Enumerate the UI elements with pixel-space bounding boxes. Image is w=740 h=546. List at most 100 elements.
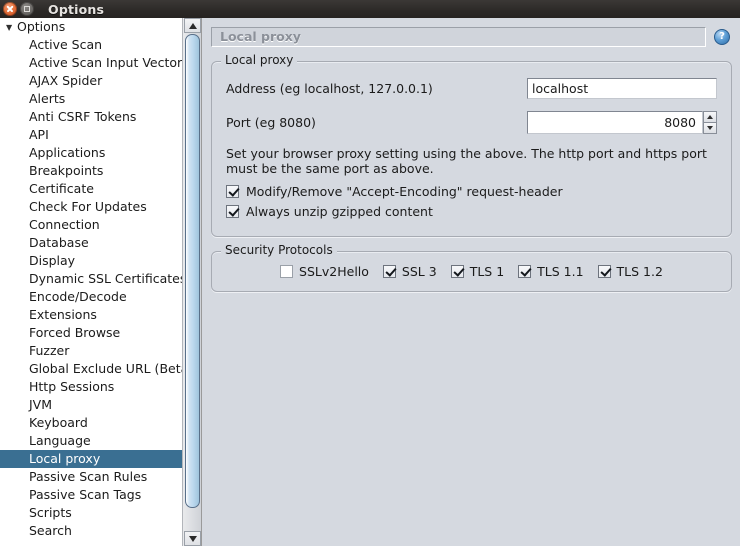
sidebar-item-check-for-updates[interactable]: Check For Updates: [0, 198, 182, 216]
checkbox-checked-icon[interactable]: [226, 185, 239, 198]
proxy-checkbox-row[interactable]: Modify/Remove "Accept-Encoding" request-…: [226, 184, 717, 199]
sidebar-item-dynamic-ssl-certificates[interactable]: Dynamic SSL Certificates: [0, 270, 182, 288]
sidebar-item-label: Keyboard: [29, 415, 88, 430]
sidebar-item-label: Global Exclude URL (Beta): [29, 361, 182, 376]
tree-root-label: Options: [17, 19, 66, 34]
sidebar-item-http-sessions[interactable]: Http Sessions: [0, 378, 182, 396]
security-protocols-body: SSLv2Hello SSL 3 TLS 1 TLS 1.1 TLS 1.2: [212, 252, 731, 291]
proxy-checkbox-label: Modify/Remove "Accept-Encoding" request-…: [246, 184, 563, 199]
sidebar-item-label: Connection: [29, 217, 100, 232]
proxy-checkbox-row[interactable]: Always unzip gzipped content: [226, 204, 717, 219]
sidebar-item-label: Alerts: [29, 91, 66, 106]
scrollbar-thumb[interactable]: [185, 34, 200, 508]
protocol-item-tls-1-1[interactable]: TLS 1.1: [518, 264, 584, 279]
sidebar-item-alerts[interactable]: Alerts: [0, 90, 182, 108]
help-icon[interactable]: ?: [714, 29, 730, 45]
panel-header: Local proxy ?: [211, 27, 732, 47]
sidebar-item-keyboard[interactable]: Keyboard: [0, 414, 182, 432]
sidebar-item-display[interactable]: Display: [0, 252, 182, 270]
port-spin-buttons: [703, 111, 717, 134]
address-input[interactable]: localhost: [527, 78, 717, 99]
port-decrement-button[interactable]: [703, 122, 717, 134]
protocol-label: TLS 1.1: [537, 264, 584, 279]
options-window: Options ▼ Options Active Scan Active Scan I…: [0, 0, 740, 546]
protocol-label: SSLv2Hello: [299, 264, 369, 279]
tree-vertical-scrollbar[interactable]: [182, 18, 201, 546]
sidebar-item-anti-csrf-tokens[interactable]: Anti CSRF Tokens: [0, 108, 182, 126]
window-title: Options: [48, 1, 105, 17]
sidebar-item-label: API: [29, 127, 49, 142]
close-icon[interactable]: [3, 2, 17, 16]
chevron-down-icon[interactable]: ▼: [6, 19, 17, 36]
sidebar-item-label: Breakpoints: [29, 163, 104, 178]
protocol-label: SSL 3: [401, 264, 437, 279]
sidebar-item-breakpoints[interactable]: Breakpoints: [0, 162, 182, 180]
protocol-item-sslv2hello[interactable]: SSLv2Hello: [280, 264, 369, 279]
sidebar-item-label: Search: [29, 523, 72, 538]
checkbox-checked-icon[interactable]: [382, 265, 396, 278]
sidebar-item-label: Dynamic SSL Certificates: [29, 271, 182, 286]
sidebar-item-forced-browse[interactable]: Forced Browse: [0, 324, 182, 342]
sidebar-item-search[interactable]: Search: [0, 522, 182, 540]
security-protocols-group-title: Security Protocols: [221, 243, 337, 257]
protocol-item-tls-1[interactable]: TLS 1: [450, 264, 505, 279]
sidebar-item-label: Applications: [29, 145, 106, 160]
sidebar-item-local-proxy[interactable]: Local proxy: [0, 450, 182, 468]
port-row: Port (eg 8080) 8080: [226, 111, 717, 134]
scroll-up-arrow[interactable]: [184, 18, 201, 33]
sidebar-item-label: Active Scan: [29, 37, 103, 52]
sidebar-item-certificate[interactable]: Certificate: [0, 180, 182, 198]
sidebar-item-label: Certificate: [29, 181, 94, 196]
options-tree[interactable]: ▼ Options Active Scan Active Scan Input Vec…: [0, 18, 182, 546]
sidebar-item-fuzzer[interactable]: Fuzzer: [0, 342, 182, 360]
sidebar-item-scripts[interactable]: Scripts: [0, 504, 182, 522]
window-titlebar: Options: [0, 0, 740, 18]
sidebar-item-passive-scan-tags[interactable]: Passive Scan Tags: [0, 486, 182, 504]
protocol-label: TLS 1.2: [616, 264, 663, 279]
sidebar-item-label: Display: [29, 253, 76, 268]
proxy-description: Set your browser proxy setting using the…: [226, 146, 707, 176]
scroll-down-arrow[interactable]: [184, 531, 201, 546]
sidebar-item-api[interactable]: API: [0, 126, 182, 144]
port-input[interactable]: 8080: [527, 111, 703, 134]
sidebar-item-extensions[interactable]: Extensions: [0, 306, 182, 324]
local-proxy-group: Local proxy Address (eg localhost, 127.0…: [211, 53, 732, 237]
checkbox-checked-icon[interactable]: [226, 205, 239, 218]
maximize-icon[interactable]: [20, 2, 34, 16]
sidebar-item-label: Database: [29, 235, 89, 250]
sidebar-item-label: Check For Updates: [29, 199, 147, 214]
sidebar-item-label: Http Sessions: [29, 379, 115, 394]
sidebar-item-label: Forced Browse: [29, 325, 121, 340]
sidebar-item-active-scan-input-vector[interactable]: Active Scan Input Vector: [0, 54, 182, 72]
port-increment-button[interactable]: [703, 111, 717, 123]
port-stepper[interactable]: 8080: [527, 111, 717, 134]
address-row: Address (eg localhost, 127.0.0.1) localh…: [226, 78, 717, 99]
checkbox-unchecked-icon[interactable]: [280, 265, 294, 278]
sidebar-item-label: Extensions: [29, 307, 97, 322]
sidebar-item-encode-decode[interactable]: Encode/Decode: [0, 288, 182, 306]
sidebar-item-active-scan[interactable]: Active Scan: [0, 36, 182, 54]
window-body: ▼ Options Active Scan Active Scan Input Vec…: [0, 18, 740, 546]
sidebar-item-label: Passive Scan Tags: [29, 487, 142, 502]
sidebar-item-label: Fuzzer: [29, 343, 70, 358]
sidebar-item-database[interactable]: Database: [0, 234, 182, 252]
protocol-label: TLS 1: [469, 264, 505, 279]
sidebar-item-applications[interactable]: Applications: [0, 144, 182, 162]
checkbox-checked-icon[interactable]: [597, 265, 611, 278]
protocol-item-ssl-3[interactable]: SSL 3: [382, 264, 437, 279]
sidebar-item-passive-scan-rules[interactable]: Passive Scan Rules: [0, 468, 182, 486]
options-tree-panel: ▼ Options Active Scan Active Scan Input Vec…: [0, 18, 202, 546]
checkbox-checked-icon[interactable]: [518, 265, 532, 278]
address-label: Address (eg localhost, 127.0.0.1): [226, 81, 433, 96]
sidebar-item-label: Active Scan Input Vector: [29, 55, 182, 70]
protocol-item-tls-1-2[interactable]: TLS 1.2: [597, 264, 663, 279]
sidebar-item-global-exclude-url-beta[interactable]: Global Exclude URL (Beta): [0, 360, 182, 378]
sidebar-item-jvm[interactable]: JVM: [0, 396, 182, 414]
sidebar-item-language[interactable]: Language: [0, 432, 182, 450]
proxy-checkbox-label: Always unzip gzipped content: [246, 204, 433, 219]
sidebar-item-ajax-spider[interactable]: AJAX Spider: [0, 72, 182, 90]
sidebar-item-connection[interactable]: Connection: [0, 216, 182, 234]
tree-root-options[interactable]: ▼ Options: [0, 18, 182, 36]
checkbox-checked-icon[interactable]: [450, 265, 464, 278]
sidebar-item-label: Language: [29, 433, 91, 448]
